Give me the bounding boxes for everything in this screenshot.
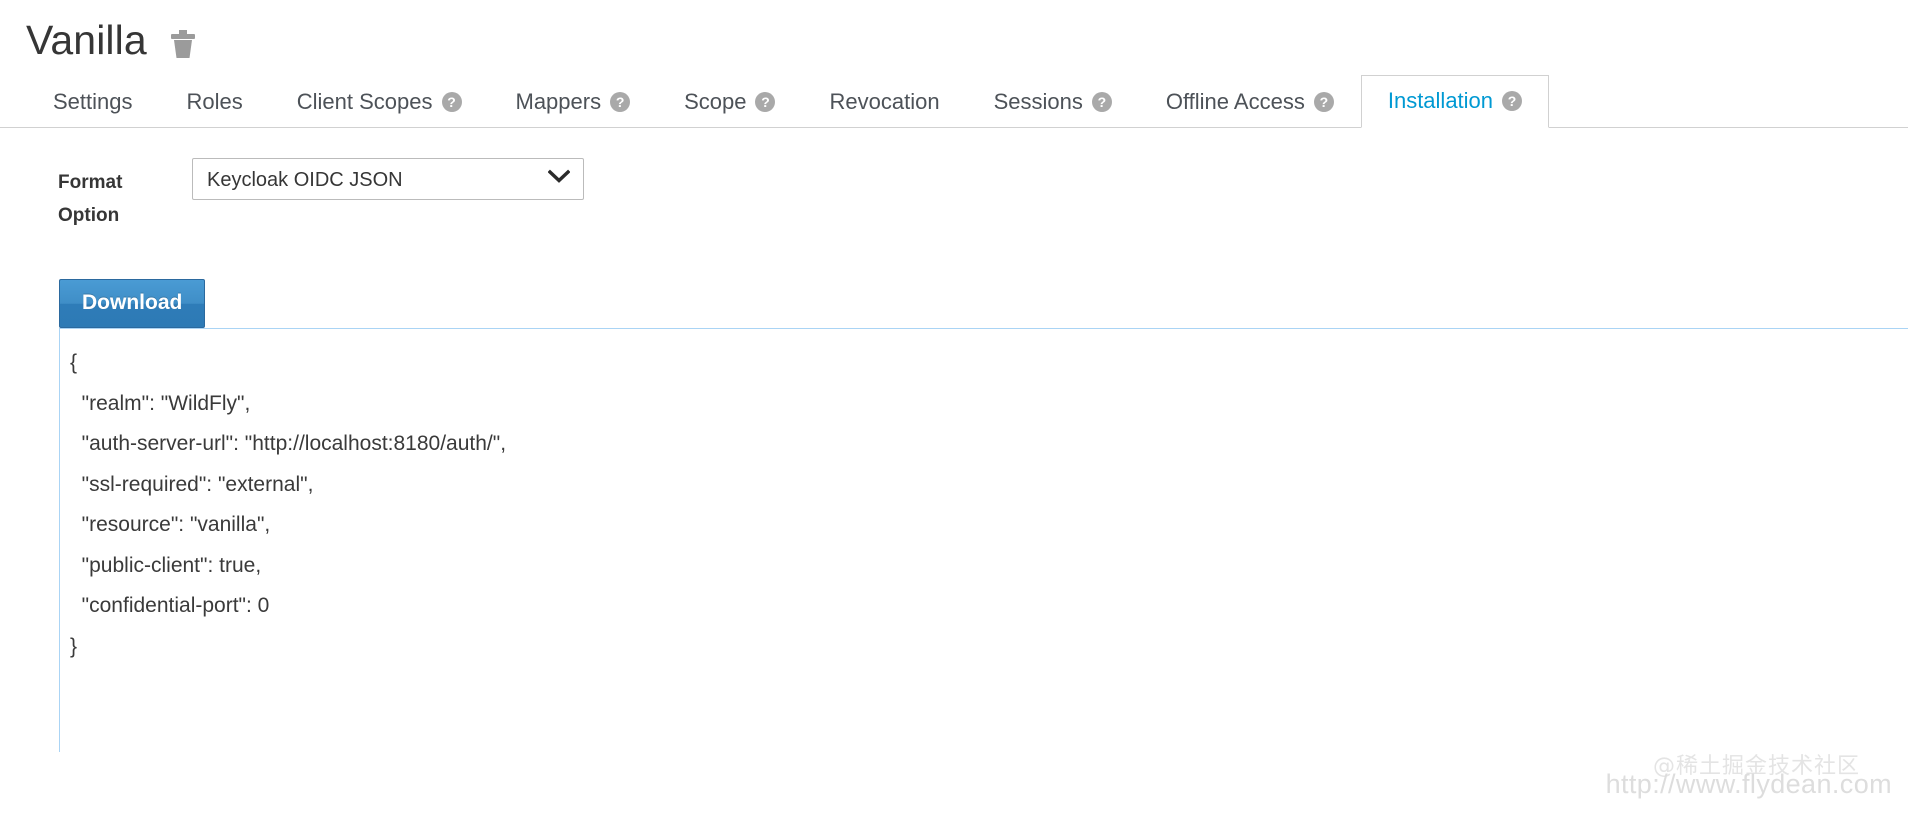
help-icon[interactable]: ?: [755, 91, 776, 112]
tab-label: Settings: [53, 88, 133, 114]
tab-label: Mappers: [515, 88, 602, 114]
format-label-line1: Format: [58, 172, 123, 193]
format-select[interactable]: Keycloak OIDC JSON: [192, 158, 584, 200]
page-header: Vanilla: [0, 0, 1908, 72]
tab-label: Offline Access: [1165, 88, 1305, 114]
help-icon[interactable]: ?: [1313, 91, 1334, 112]
trash-icon[interactable]: [169, 28, 197, 60]
tab-label: Client Scopes: [296, 88, 433, 114]
tab-offline-access[interactable]: Offline Access ?: [1139, 76, 1361, 128]
tab-label: Sessions: [993, 88, 1083, 114]
tab-label: Scope: [684, 88, 747, 114]
tab-sessions[interactable]: Sessions ?: [967, 76, 1139, 128]
format-option-label: Format Option: [26, 158, 192, 232]
installation-form: Format Option Keycloak OIDC JSON Downloa…: [0, 128, 1908, 753]
tab-roles[interactable]: Roles: [160, 76, 270, 128]
tab-mappers[interactable]: Mappers ?: [489, 76, 658, 128]
tab-settings[interactable]: Settings: [26, 76, 160, 128]
format-label-line2: Option: [58, 205, 120, 226]
tab-label: Revocation: [829, 88, 940, 114]
tab-label: Installation: [1387, 87, 1494, 113]
format-select-wrapper: Keycloak OIDC JSON: [192, 158, 584, 200]
help-icon[interactable]: ?: [610, 91, 631, 112]
tab-label: Roles: [186, 88, 243, 114]
tab-client-scopes[interactable]: Client Scopes ?: [270, 76, 489, 128]
help-icon[interactable]: ?: [1502, 90, 1523, 111]
watermark-url: http://www.flydean.com: [1605, 769, 1892, 799]
client-tab-bar: Settings Roles Client Scopes ? Mappers ?…: [0, 72, 1908, 128]
format-option-row: Format Option Keycloak OIDC JSON: [0, 158, 1908, 232]
installation-config-textarea[interactable]: { "realm": "WildFly", "auth-server-url":…: [59, 328, 1908, 753]
tab-installation[interactable]: Installation ?: [1360, 74, 1550, 128]
help-icon[interactable]: ?: [441, 91, 462, 112]
help-icon[interactable]: ?: [1091, 91, 1112, 112]
page-title: Vanilla: [26, 17, 147, 64]
tab-revocation[interactable]: Revocation: [802, 76, 966, 128]
download-row: Download: [0, 279, 1908, 329]
download-button[interactable]: Download: [59, 279, 206, 329]
tab-scope[interactable]: Scope ?: [657, 76, 802, 128]
